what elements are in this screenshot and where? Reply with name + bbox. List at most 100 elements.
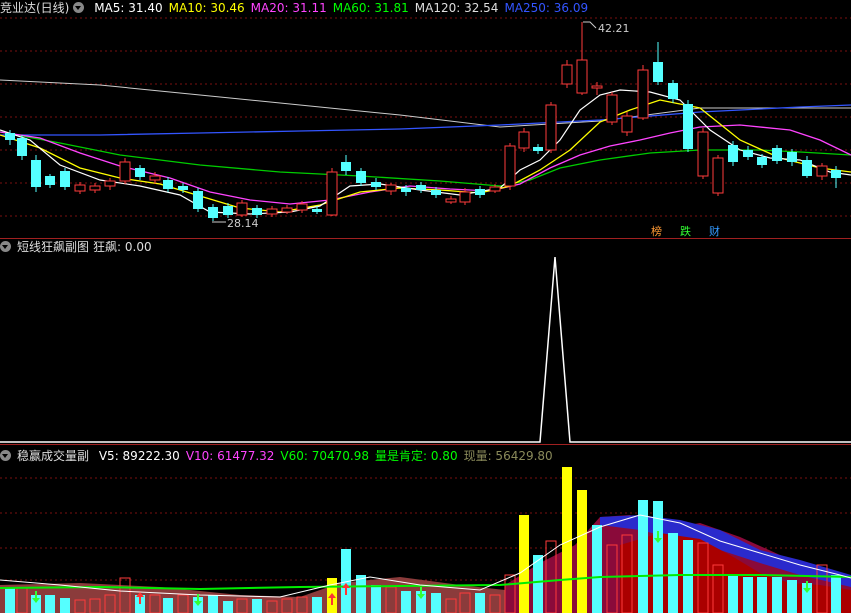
candle — [445, 196, 457, 204]
candle-body — [104, 180, 116, 187]
candle — [31, 155, 41, 192]
candle — [683, 100, 693, 152]
volume-bar — [475, 593, 485, 613]
volume-panel-title[interactable]: 稳赢成交量副 — [17, 449, 89, 463]
candle-body — [252, 208, 262, 215]
candle-body — [45, 176, 55, 185]
candle — [208, 204, 218, 221]
candle-body — [371, 182, 381, 187]
candle-body — [401, 188, 411, 192]
candle-body — [475, 189, 485, 195]
candle — [712, 155, 724, 196]
candle — [45, 174, 55, 188]
candle-body — [236, 202, 248, 216]
candle — [89, 183, 101, 193]
candle-body — [89, 185, 101, 191]
volume-bar — [743, 577, 753, 613]
volume-bar — [728, 575, 738, 613]
volume-label-2: V60: 70470.98 — [280, 449, 369, 463]
dropdown-caret-icon[interactable] — [0, 450, 11, 461]
candle — [802, 156, 812, 178]
candle — [104, 178, 116, 190]
ma120-line — [0, 79, 851, 128]
candle — [757, 154, 767, 168]
candle-body — [772, 148, 782, 161]
candle-body — [802, 160, 812, 176]
candle-body — [576, 59, 588, 94]
volume-bar — [787, 580, 797, 613]
volume-bar — [683, 540, 693, 613]
volume-bar — [592, 525, 602, 613]
ma-label-5: MA250: 36.09 — [504, 1, 589, 15]
volume-bar — [757, 577, 767, 613]
candle-body — [621, 115, 633, 133]
candle — [60, 168, 70, 190]
volume-bar — [772, 577, 782, 613]
volume-bar — [638, 500, 648, 613]
candle-body — [816, 165, 828, 177]
tag-bang[interactable]: 榜 — [651, 223, 662, 238]
volume-label-3: 量是肯定: 0.80 — [375, 449, 458, 463]
candle — [518, 128, 530, 152]
candle-body — [561, 64, 573, 85]
volume-bar — [831, 575, 841, 613]
candle-body — [606, 94, 618, 123]
candle-body — [223, 206, 233, 215]
high-price-label: 42.21 — [598, 22, 630, 35]
surge-line-chart[interactable] — [0, 239, 851, 444]
candle — [606, 92, 618, 125]
candle — [266, 206, 278, 217]
candle — [504, 143, 516, 190]
surge-line — [0, 256, 851, 443]
volume-bar — [45, 595, 55, 613]
volume-bar — [371, 585, 381, 613]
candle-body — [697, 131, 709, 177]
candle-body — [163, 180, 173, 189]
surge-panel-title[interactable]: 短线狂飙副图 — [17, 240, 89, 254]
candle-body — [326, 171, 338, 216]
candle-body — [119, 161, 131, 182]
surge-value: 狂飙: 0.00 — [93, 240, 152, 254]
candle-body — [787, 152, 797, 162]
ma-label-4: MA120: 32.54 — [414, 1, 499, 15]
candle — [119, 158, 131, 184]
candle-body — [668, 83, 678, 99]
surge-indicator-panel[interactable]: 短线狂飙副图 狂飙: 0.00 — [0, 239, 851, 444]
candle-body — [518, 131, 530, 149]
candle — [74, 182, 86, 194]
candle-body — [683, 104, 693, 149]
volume-chart[interactable] — [0, 445, 851, 613]
candle-body — [74, 184, 86, 192]
ma250-line — [0, 104, 851, 136]
volume-bar — [60, 598, 70, 613]
dropdown-caret-icon[interactable] — [73, 2, 85, 13]
low-price-label: 28.14 — [227, 217, 259, 230]
candle-body — [356, 171, 366, 183]
volume-bar — [223, 601, 233, 613]
tag-cai[interactable]: 财 — [709, 223, 720, 238]
candle — [326, 168, 338, 216]
candle-body — [637, 69, 649, 119]
volume-label-1: V10: 61477.32 — [185, 449, 275, 463]
volume-bar — [519, 515, 529, 613]
candle-body — [296, 203, 308, 211]
candle — [236, 200, 248, 217]
candle-body — [385, 184, 397, 192]
candle — [135, 165, 145, 180]
candle — [561, 60, 573, 88]
candle-body — [135, 168, 145, 177]
volume-bar — [356, 575, 366, 613]
volume-panel[interactable]: 稳赢成交量副 V5: 89222.30 V10: 61477.32 V60: 704… — [0, 445, 851, 613]
ma-label-3: MA60: 31.81 — [332, 1, 409, 15]
dropdown-caret-icon[interactable] — [0, 241, 11, 252]
candle-body — [31, 160, 41, 187]
price-panel[interactable]: 竞业达(日线) MA5: 31.40 MA10: 30.46 MA20: 31.11… — [0, 0, 851, 238]
tag-die[interactable]: 跌 — [680, 223, 691, 238]
candle-body — [416, 185, 426, 190]
candle-body — [266, 208, 278, 215]
candlestick-chart[interactable]: 42.21 28.14 — [0, 0, 851, 238]
stock-title[interactable]: 竞业达(日线) — [0, 1, 69, 15]
volume-bar — [208, 595, 218, 613]
candle — [193, 188, 203, 212]
candle — [728, 141, 738, 166]
